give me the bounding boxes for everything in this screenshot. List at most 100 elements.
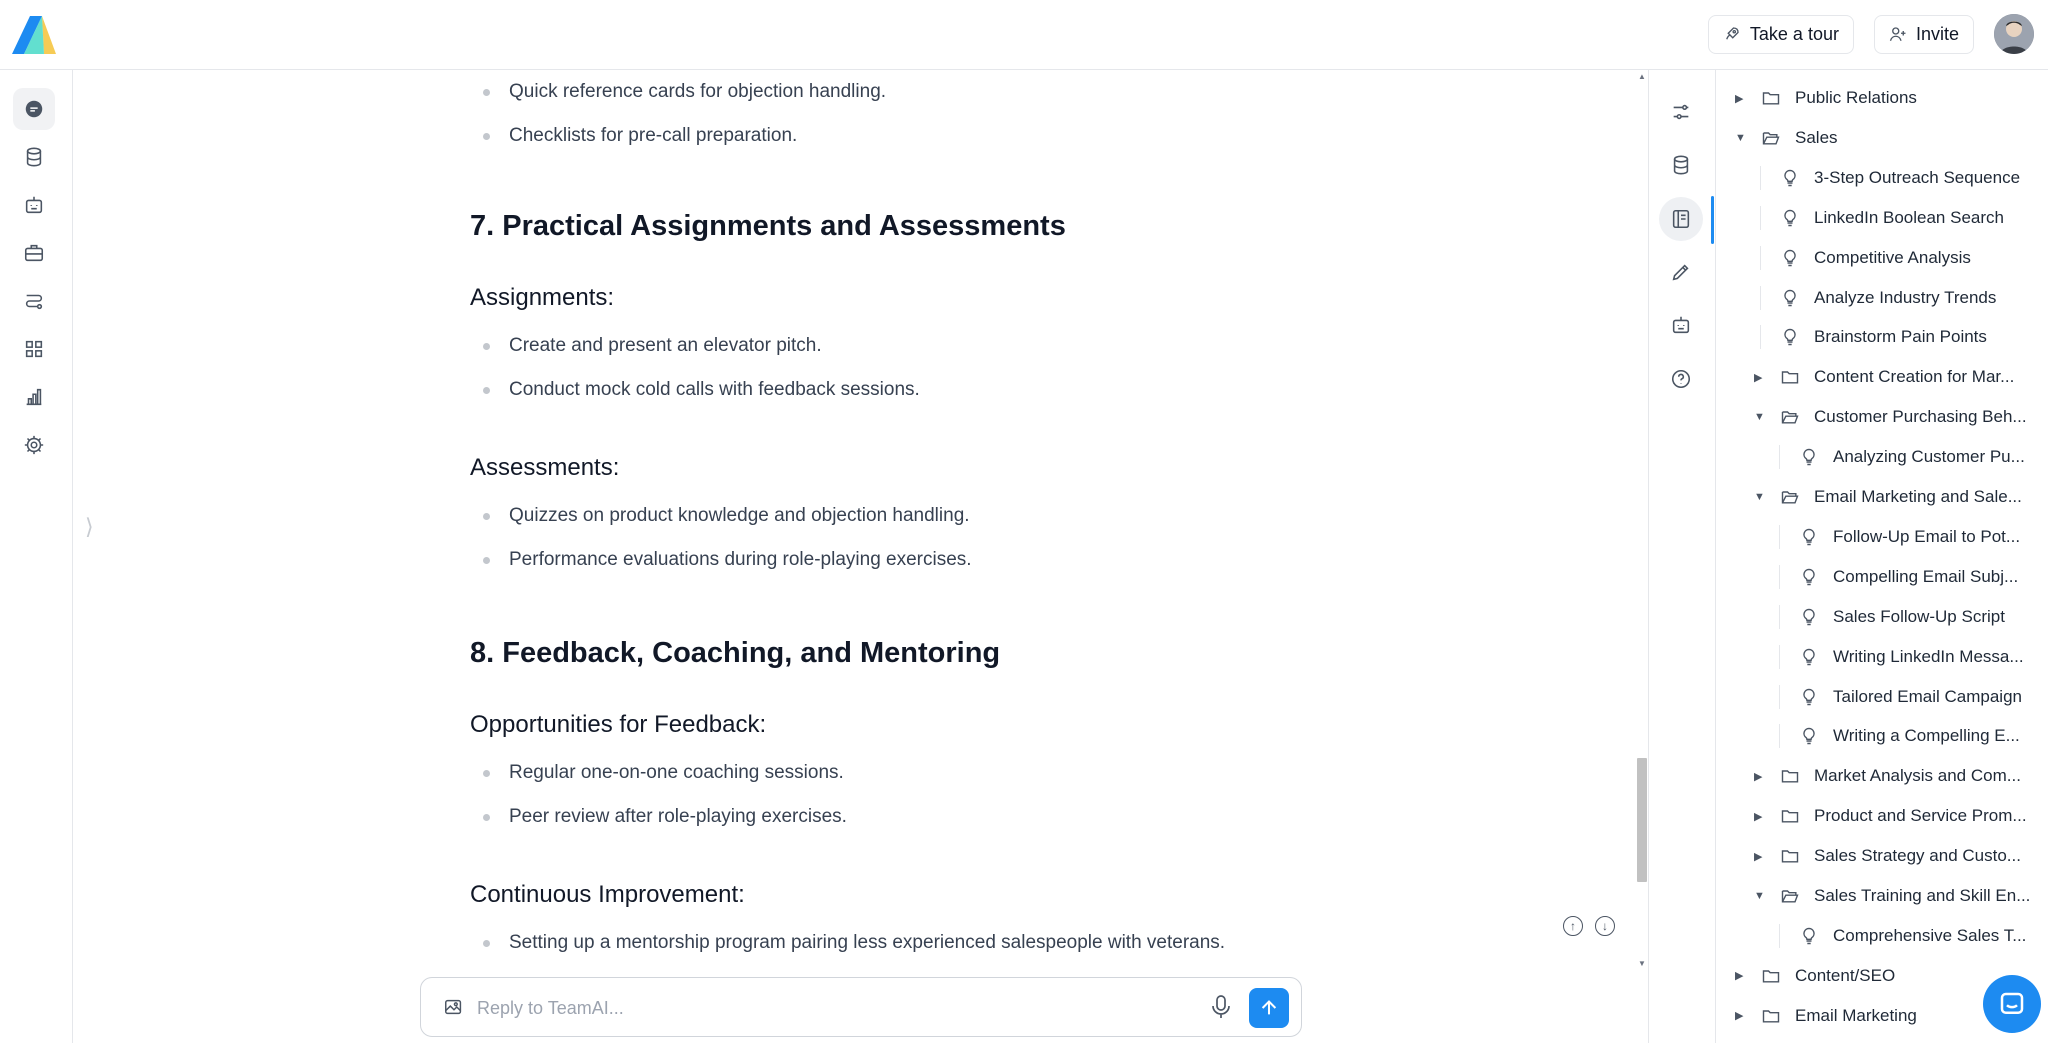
tree-item-label: Email Marketing	[1795, 1005, 1917, 1025]
nav-apps[interactable]	[13, 328, 55, 370]
chevron-right-icon[interactable]: ▶	[1754, 371, 1770, 384]
arrow-up-circle-icon[interactable]: ↑	[1563, 916, 1583, 936]
top-bar: Take a tour Invite	[0, 0, 2048, 70]
assignments-heading: Assignments:	[470, 284, 615, 311]
tree-prompt-item[interactable]: Analyzing Customer Pu...	[1773, 437, 2042, 477]
chevron-down-icon[interactable]: ▼	[1754, 411, 1770, 423]
tree-guide-line	[1779, 684, 1780, 709]
folder-open-icon	[1761, 128, 1781, 148]
tree-item-label: Customer Purchasing Beh...	[1814, 407, 2027, 427]
tree-prompt-item[interactable]: Writing LinkedIn Messa...	[1773, 637, 2042, 677]
tree-prompt-item[interactable]: LinkedIn Boolean Search	[1754, 198, 2042, 238]
nav-analytics[interactable]	[13, 376, 55, 418]
user-photo-icon	[1994, 14, 2034, 54]
chevron-right-icon[interactable]: ▶	[1735, 969, 1751, 982]
tree-prompt-item[interactable]: Brainstorm Pain Points	[1754, 317, 2042, 357]
tree-prompt-item[interactable]: Tailored Email Campaign	[1773, 677, 2042, 717]
tool-help[interactable]	[1659, 357, 1703, 401]
tree-prompt-item[interactable]: Comprehensive Sales T...	[1773, 916, 2042, 956]
tree-prompt-item[interactable]: Compelling Email Subj...	[1773, 557, 2042, 597]
tree-folder[interactable]: ▼ Customer Purchasing Beh...	[1754, 397, 2042, 437]
header-actions: Take a tour Invite	[1707, 14, 2034, 54]
nav-bots[interactable]	[13, 184, 55, 226]
tree-folder[interactable]: ▼ Sales	[1735, 118, 2042, 158]
invite-label: Invite	[1915, 23, 1959, 44]
expand-sidebar-handle[interactable]: ⟩	[85, 514, 94, 540]
lightbulb-icon	[1799, 926, 1819, 946]
chevron-down-icon[interactable]: ▼	[1754, 890, 1770, 902]
sliders-icon	[1673, 104, 1689, 120]
tree-folder[interactable]: ▶ Sales Strategy and Custo...	[1754, 836, 2042, 876]
tool-edit[interactable]	[1659, 250, 1703, 294]
invite-button[interactable]: Invite	[1873, 14, 1974, 54]
tree-folder[interactable]: ▶ Market Analysis and Com...	[1754, 756, 2042, 796]
pencil-icon	[1672, 264, 1689, 281]
take-a-tour-button[interactable]: Take a tour	[1707, 14, 1854, 54]
tree-folder[interactable]: ▶ Product and Service Prom...	[1754, 796, 2042, 836]
tool-knowledge[interactable]	[1659, 143, 1703, 187]
folder-icon	[1761, 966, 1781, 986]
lightbulb-icon	[1799, 447, 1819, 467]
lightbulb-icon	[1780, 168, 1800, 188]
tree-folder[interactable]: ▶ Content Creation for Mar...	[1754, 357, 2042, 397]
tree-prompt-item[interactable]: Follow-Up Email to Pot...	[1773, 517, 2042, 557]
scroll-up-arrow-icon[interactable]: ▲	[1638, 72, 1646, 81]
chevron-right-icon[interactable]: ▶	[1754, 770, 1770, 783]
list-item: Quick reference cards for objection hand…	[470, 70, 886, 114]
chevron-right-icon[interactable]: ▶	[1754, 850, 1770, 863]
folder-open-icon	[1780, 886, 1800, 906]
image-upload-icon[interactable]	[443, 996, 465, 1018]
lightbulb-icon	[1799, 647, 1819, 667]
tool-agents[interactable]	[1659, 303, 1703, 347]
tree-item-label: Content/SEO	[1795, 965, 1896, 985]
arrow-up-icon	[1261, 1000, 1277, 1015]
chevron-right-icon[interactable]: ▶	[1735, 92, 1751, 105]
tree-item-label: Writing a Compelling E...	[1833, 726, 2020, 746]
nav-workflows[interactable]	[13, 280, 55, 322]
chevron-down-icon[interactable]: ▼	[1735, 132, 1751, 144]
scrollbar-thumb[interactable]	[1637, 758, 1647, 882]
tree-item-label: Sales Follow-Up Script	[1833, 606, 2005, 626]
arrow-down-circle-icon[interactable]: ↓	[1595, 916, 1615, 936]
app-logo[interactable]	[12, 14, 56, 56]
lightbulb-icon	[1799, 687, 1819, 707]
lightbulb-icon	[1799, 527, 1819, 547]
tool-prompts[interactable]	[1659, 197, 1703, 241]
chevron-right-icon[interactable]: ▶	[1754, 810, 1770, 823]
tree-item-label: Market Analysis and Com...	[1814, 766, 2021, 786]
chevron-right-icon[interactable]: ▶	[1735, 1009, 1751, 1022]
tree-item-label: Content Creation for Mar...	[1814, 367, 2015, 387]
nav-database[interactable]	[13, 136, 55, 178]
tree-guide-line	[1779, 604, 1780, 629]
folder-icon	[1780, 367, 1800, 387]
tool-settings[interactable]	[1659, 90, 1703, 134]
chat-bubble-icon	[2000, 992, 2024, 1014]
tree-prompt-item[interactable]: Writing a Compelling E...	[1773, 716, 2042, 756]
send-button[interactable]	[1249, 988, 1289, 1028]
microphone-icon[interactable]	[1209, 994, 1233, 1020]
tree-folder[interactable]: ▼ Email Marketing and Sale...	[1754, 477, 2042, 517]
improvement-heading: Continuous Improvement:	[470, 881, 745, 908]
nav-chat[interactable]	[13, 88, 55, 130]
database-icon	[1673, 155, 1689, 175]
tree-item-label: Analyze Industry Trends	[1814, 287, 1997, 307]
tree-prompt-item[interactable]: Competitive Analysis	[1754, 238, 2042, 278]
tree-prompt-item[interactable]: 3-Step Outreach Sequence	[1754, 158, 2042, 198]
tree-prompt-item[interactable]: Sales Follow-Up Script	[1773, 597, 2042, 637]
lightbulb-icon	[1799, 726, 1819, 746]
lightbulb-icon	[1799, 607, 1819, 627]
tree-item-label: Writing LinkedIn Messa...	[1833, 646, 2024, 666]
tree-prompt-item[interactable]: Analyze Industry Trends	[1754, 278, 2042, 318]
chevron-down-icon[interactable]: ▼	[1754, 491, 1770, 503]
reply-input[interactable]	[477, 992, 1097, 1024]
tree-folder[interactable]: ▶ Public Relations	[1735, 78, 2042, 118]
nav-workspace[interactable]	[13, 232, 55, 274]
user-avatar[interactable]	[1994, 14, 2034, 54]
tree-folder[interactable]: ▼ Sales Training and Skill En...	[1754, 876, 2042, 916]
top-bullet-list: Quick reference cards for objection hand…	[470, 70, 886, 158]
support-chat-button[interactable]	[1983, 975, 2041, 1033]
scroll-down-arrow-icon[interactable]: ▼	[1638, 959, 1646, 968]
nav-settings[interactable]	[13, 424, 55, 466]
database-icon	[26, 147, 42, 167]
tree-item-label: Sales	[1795, 127, 1838, 147]
